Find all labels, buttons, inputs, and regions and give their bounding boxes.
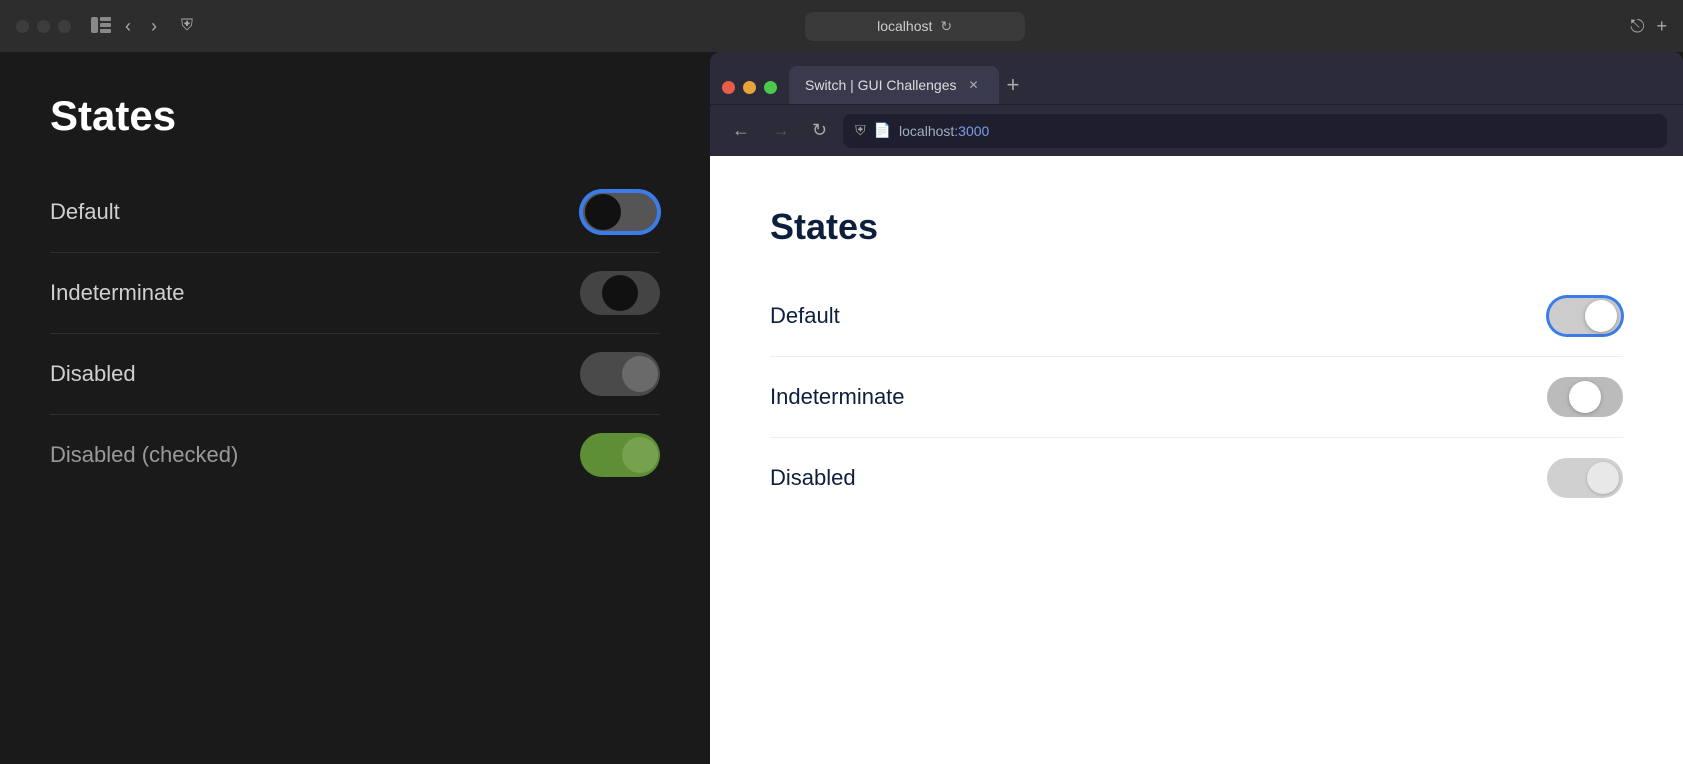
os-right-icons: ⎋ + xyxy=(1630,16,1667,37)
toggle-default-light[interactable] xyxy=(1547,296,1623,336)
page-content: States Default Indeterminate xyxy=(710,156,1683,764)
page-switch-row-disabled: Disabled xyxy=(770,438,1623,518)
dark-label-default: Default xyxy=(50,199,120,225)
browser-address-text: localhost:3000 xyxy=(899,123,989,139)
browser-tab-active[interactable]: Switch | GUI Challenges ✕ xyxy=(789,66,999,104)
browser-port: :3000 xyxy=(954,123,989,139)
os-traffic-lights xyxy=(16,20,71,33)
browser-tab-title: Switch | GUI Challenges xyxy=(805,77,956,93)
toggle-indeterminate-light[interactable] xyxy=(1547,377,1623,417)
toggle-knob-disabled-checked-dark xyxy=(622,437,658,473)
os-maximize-btn[interactable] xyxy=(58,20,71,33)
sidebar-toggle-icon[interactable] xyxy=(91,17,111,36)
browser-back-btn[interactable]: ← xyxy=(726,116,756,145)
browser-nav-bar: ← → ↻ ⛨ 📄 localhost:3000 xyxy=(710,104,1683,156)
dark-switch-row-disabled-checked: Disabled (checked) xyxy=(50,415,660,495)
toggle-disabled-light xyxy=(1547,458,1623,498)
dark-switch-row-indeterminate: Indeterminate xyxy=(50,253,660,334)
page-section-title: States xyxy=(770,206,1623,248)
dark-section-title: States xyxy=(50,92,660,140)
browser-window: Switch | GUI Challenges ✕ + ← → ↻ ⛨ 📄 lo… xyxy=(710,52,1683,764)
toggle-knob-disabled-dark xyxy=(622,356,658,392)
dark-switch-row-disabled: Disabled xyxy=(50,334,660,415)
browser-area: Switch | GUI Challenges ✕ + ← → ↻ ⛨ 📄 lo… xyxy=(710,52,1683,764)
toggle-indeterminate-dark[interactable] xyxy=(580,271,660,315)
nav-back-icon[interactable]: ‹ xyxy=(119,13,137,39)
toggle-knob-disabled-light xyxy=(1587,462,1619,494)
browser-close-btn[interactable] xyxy=(722,81,735,94)
os-nav-icons: ‹ › xyxy=(91,13,163,39)
page-label-indeterminate: Indeterminate xyxy=(770,384,905,410)
browser-address-bar[interactable]: ⛨ 📄 localhost:3000 xyxy=(843,114,1667,148)
share-icon[interactable]: ⎋ xyxy=(1630,16,1644,37)
browser-shield-icon: ⛨ xyxy=(855,122,866,139)
browser-traffic-lights xyxy=(722,81,777,94)
os-address-bar[interactable]: localhost ↻ xyxy=(211,12,1618,41)
page-switch-row-default: Default xyxy=(770,276,1623,357)
browser-tab-close-icon[interactable]: ✕ xyxy=(964,76,982,94)
os-url-pill[interactable]: localhost ↻ xyxy=(805,12,1025,41)
browser-maximize-btn[interactable] xyxy=(764,81,777,94)
main-area: States Default Indeterminate Disabled Di… xyxy=(0,52,1683,764)
os-refresh-icon[interactable]: ↻ xyxy=(940,18,952,35)
toggle-disabled-checked-dark xyxy=(580,433,660,477)
browser-page-icon: 📄 xyxy=(874,122,891,139)
os-minimize-btn[interactable] xyxy=(37,20,50,33)
os-close-btn[interactable] xyxy=(16,20,29,33)
dark-switch-row-default: Default xyxy=(50,172,660,253)
os-url-text: localhost xyxy=(877,18,932,34)
page-switch-row-indeterminate: Indeterminate xyxy=(770,357,1623,438)
dark-label-indeterminate: Indeterminate xyxy=(50,280,185,306)
left-dark-panel: States Default Indeterminate Disabled Di… xyxy=(0,52,710,764)
toggle-knob-indeterminate-dark xyxy=(602,275,638,311)
dark-label-disabled-checked: Disabled (checked) xyxy=(50,442,238,468)
page-label-disabled: Disabled xyxy=(770,465,856,491)
page-label-default: Default xyxy=(770,303,840,329)
new-tab-icon[interactable]: + xyxy=(1656,16,1667,37)
dark-label-disabled: Disabled xyxy=(50,361,136,387)
browser-forward-btn[interactable]: → xyxy=(766,116,796,145)
browser-minimize-btn[interactable] xyxy=(743,81,756,94)
toggle-knob-indeterminate-light xyxy=(1569,381,1601,413)
toggle-default-dark[interactable] xyxy=(580,190,660,234)
toggle-knob-default-light xyxy=(1585,300,1617,332)
browser-tab-bar: Switch | GUI Challenges ✕ + xyxy=(710,52,1683,104)
nav-forward-icon[interactable]: › xyxy=(145,13,163,39)
os-toolbar: ‹ › ⛨ localhost ↻ ⎋ + xyxy=(0,0,1683,52)
toggle-disabled-dark xyxy=(580,352,660,396)
toggle-knob-default-dark xyxy=(585,194,621,230)
browser-new-tab-btn[interactable]: + xyxy=(1007,74,1020,96)
shield-icon[interactable]: ⛨ xyxy=(175,14,199,38)
browser-refresh-btn[interactable]: ↻ xyxy=(806,116,833,145)
